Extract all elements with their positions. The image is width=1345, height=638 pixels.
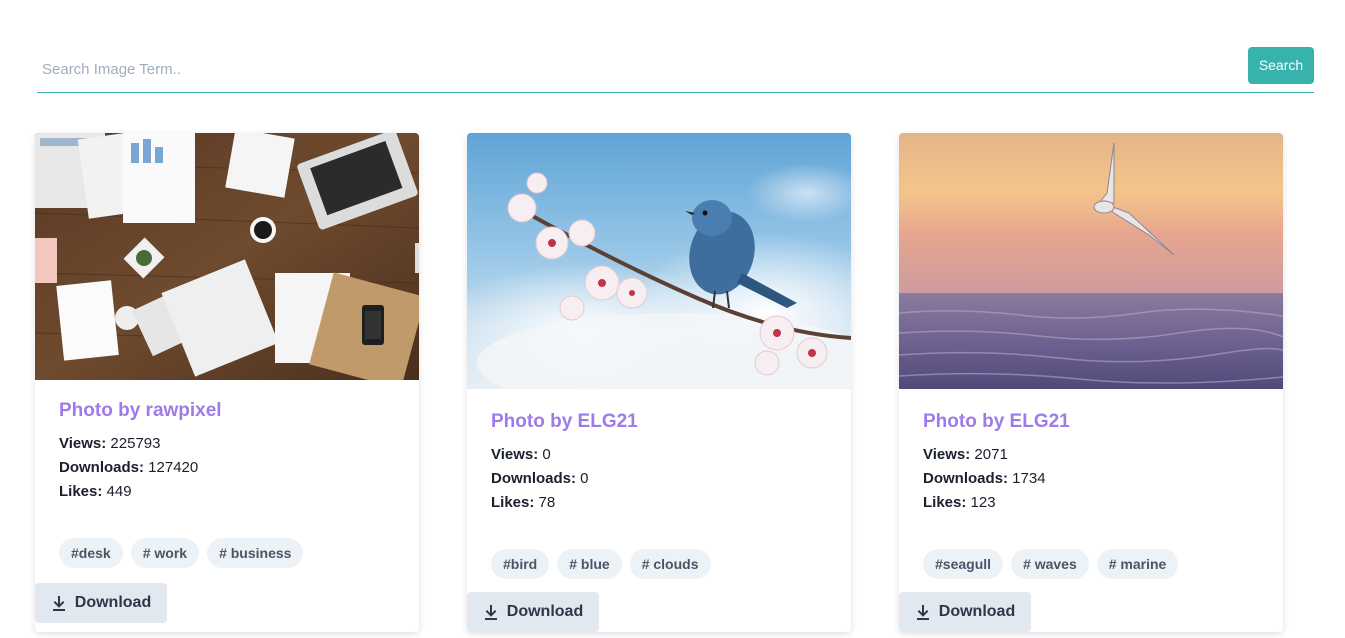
likes-value: 78 [538, 494, 556, 511]
tag-list: #seagull # waves # marine [899, 549, 1283, 579]
likes-value: 123 [970, 494, 996, 511]
download-label: Download [74, 594, 152, 611]
views-value: 0 [542, 446, 551, 463]
download-icon [484, 605, 497, 620]
image-card: Photo by ELG21 Views: 2071 Downloads: 17… [899, 133, 1283, 632]
downloads-value: 1734 [1012, 470, 1046, 487]
search-input[interactable] [37, 46, 1248, 92]
card-image [467, 133, 851, 389]
download-label: Download [506, 603, 584, 620]
download-button[interactable]: Download [467, 592, 599, 632]
card-title: Photo by ELG21 [923, 411, 1070, 432]
views-value: 2071 [974, 446, 1008, 463]
likes-value: 449 [106, 483, 132, 500]
tag-list: #desk # work # business [35, 538, 419, 568]
downloads-value: 127420 [148, 459, 199, 476]
download-button[interactable]: Download [35, 583, 167, 623]
views-stat: Views: 0 [491, 446, 551, 463]
download-icon [916, 605, 929, 620]
download-icon [52, 596, 65, 611]
tag-list: #bird # blue # clouds [467, 549, 851, 579]
image-card: Photo by ELG21 Views: 0 Downloads: 0 Lik… [467, 133, 851, 632]
tag: # clouds [629, 549, 711, 579]
tag: # work [130, 538, 200, 568]
card-image [899, 133, 1283, 389]
download-button[interactable]: Download [899, 592, 1031, 632]
views-stat: Views: 2071 [923, 446, 1008, 463]
likes-stat: Likes: 78 [491, 494, 556, 511]
views-value: 225793 [110, 435, 161, 452]
search-button[interactable]: Search [1248, 46, 1314, 84]
views-stat: Views: 225793 [59, 435, 161, 452]
search-bar: Search [37, 46, 1314, 93]
downloads-stat: Downloads: 1734 [923, 470, 1046, 487]
tag: # waves [1011, 549, 1089, 579]
tag: # blue [557, 549, 622, 579]
downloads-stat: Downloads: 127420 [59, 459, 199, 476]
tag: #bird [491, 549, 550, 579]
image-card: Photo by rawpixel Views: 225793 Download… [35, 133, 419, 632]
downloads-stat: Downloads: 0 [491, 470, 589, 487]
tag: # marine [1096, 549, 1179, 579]
likes-stat: Likes: 449 [59, 483, 132, 500]
download-label: Download [938, 603, 1016, 620]
tag: #seagull [923, 549, 1004, 579]
likes-stat: Likes: 123 [923, 494, 996, 511]
card-title: Photo by ELG21 [491, 411, 638, 432]
card-image [35, 133, 419, 380]
tag: #desk [59, 538, 123, 568]
tag: # business [207, 538, 304, 568]
card-title: Photo by rawpixel [59, 400, 222, 421]
downloads-value: 0 [580, 470, 589, 487]
